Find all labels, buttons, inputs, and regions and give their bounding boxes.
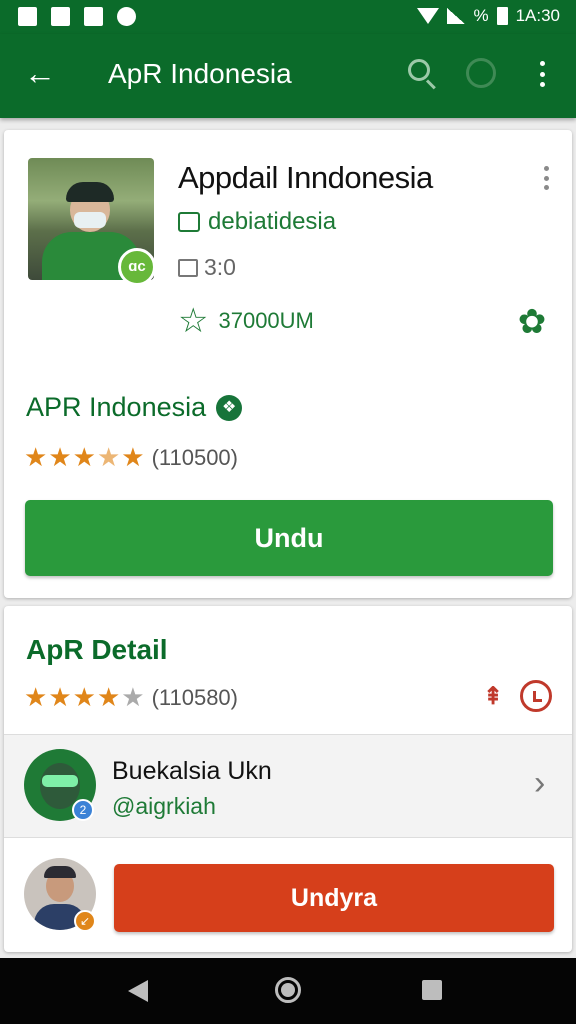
verified-icon: ❖ <box>216 394 243 421</box>
rating-row: ★★★★★ (110500) <box>24 442 238 473</box>
history-icon[interactable] <box>520 680 552 712</box>
rating-stars: ★★★★★ <box>24 442 146 472</box>
app-name-text: APR Indonesia <box>26 392 207 422</box>
app-size: 3:0 <box>204 254 236 280</box>
image-notification-icon <box>18 7 37 26</box>
detail-rating-row: ★★★★★ (110580) <box>24 682 238 713</box>
status-bar: % 1A:30 <box>0 0 576 34</box>
share-icon[interactable]: ⇞ <box>482 684 504 710</box>
install-button[interactable]: Undu <box>25 500 553 576</box>
user-avatar-badge: ↙ <box>74 910 96 932</box>
navigation-bar <box>0 958 576 1024</box>
developer-avatar-badge: 2 <box>72 799 94 821</box>
detail-rating-count: (110580) <box>151 684 238 710</box>
detail-rating-stars: ★★★★★ <box>24 682 146 712</box>
app-card-title: Appdail Inndonesia <box>178 160 433 195</box>
uninstall-button[interactable]: Undyra <box>114 864 554 932</box>
mic-icon[interactable] <box>466 58 496 88</box>
battery-percent: % <box>473 6 489 25</box>
detail-title: ApR Detail <box>26 634 168 665</box>
search-icon[interactable] <box>404 56 440 92</box>
developer-handle: @aigrkiah <box>112 793 216 819</box>
developer-icon <box>178 212 200 232</box>
app-info-card: ɑc Appdail Inndonesia debiatidesia 3:0 ☆… <box>4 130 572 598</box>
star-outline-icon: ☆ <box>178 302 209 340</box>
photo-notification-icon <box>84 7 103 26</box>
app-bar-title: ApR Indonesia <box>108 58 292 89</box>
system-icons: % 1A:30 <box>417 6 560 26</box>
nav-recents-icon[interactable] <box>422 980 442 1000</box>
nav-home-icon[interactable] <box>275 977 301 1003</box>
download-count: 37000UM <box>218 308 314 333</box>
developer-section[interactable]: 2 Buekalsia Ukn @aigrkiah › <box>4 734 572 838</box>
developer-row[interactable]: debiatidesia <box>178 208 336 236</box>
settings-icon[interactable]: ✿ <box>514 304 550 340</box>
size-row: 3:0 <box>178 254 236 281</box>
developer-display-name: Buekalsia Ukn <box>112 757 272 785</box>
notification-icons <box>18 7 136 26</box>
package-icon <box>178 258 198 277</box>
nav-back-icon[interactable] <box>128 980 148 1002</box>
downloads-row: ☆ 37000UM <box>178 302 314 340</box>
more-vert-icon[interactable] <box>530 58 554 90</box>
clock: 1A:30 <box>515 6 560 25</box>
sync-notification-icon <box>117 7 136 26</box>
app-photo-badge: ɑc <box>118 248 156 286</box>
rating-count: (110500) <box>151 444 238 470</box>
app-name: APR Indonesia ❖ <box>26 392 243 423</box>
wifi-icon <box>417 8 440 24</box>
battery-icon <box>496 7 508 25</box>
app-notification-icon <box>51 7 70 26</box>
developer-name: debiatidesia <box>208 208 337 235</box>
arrow-back-icon[interactable]: ← <box>22 56 58 92</box>
card-more-icon[interactable] <box>538 166 554 190</box>
signal-icon <box>447 8 466 24</box>
app-bar: ← ApR Indonesia <box>0 34 576 118</box>
chevron-right-icon[interactable]: › <box>534 763 545 803</box>
detail-card: ApR Detail ★★★★★ (110580) ⇞ 2 Buekalsia … <box>4 606 572 952</box>
